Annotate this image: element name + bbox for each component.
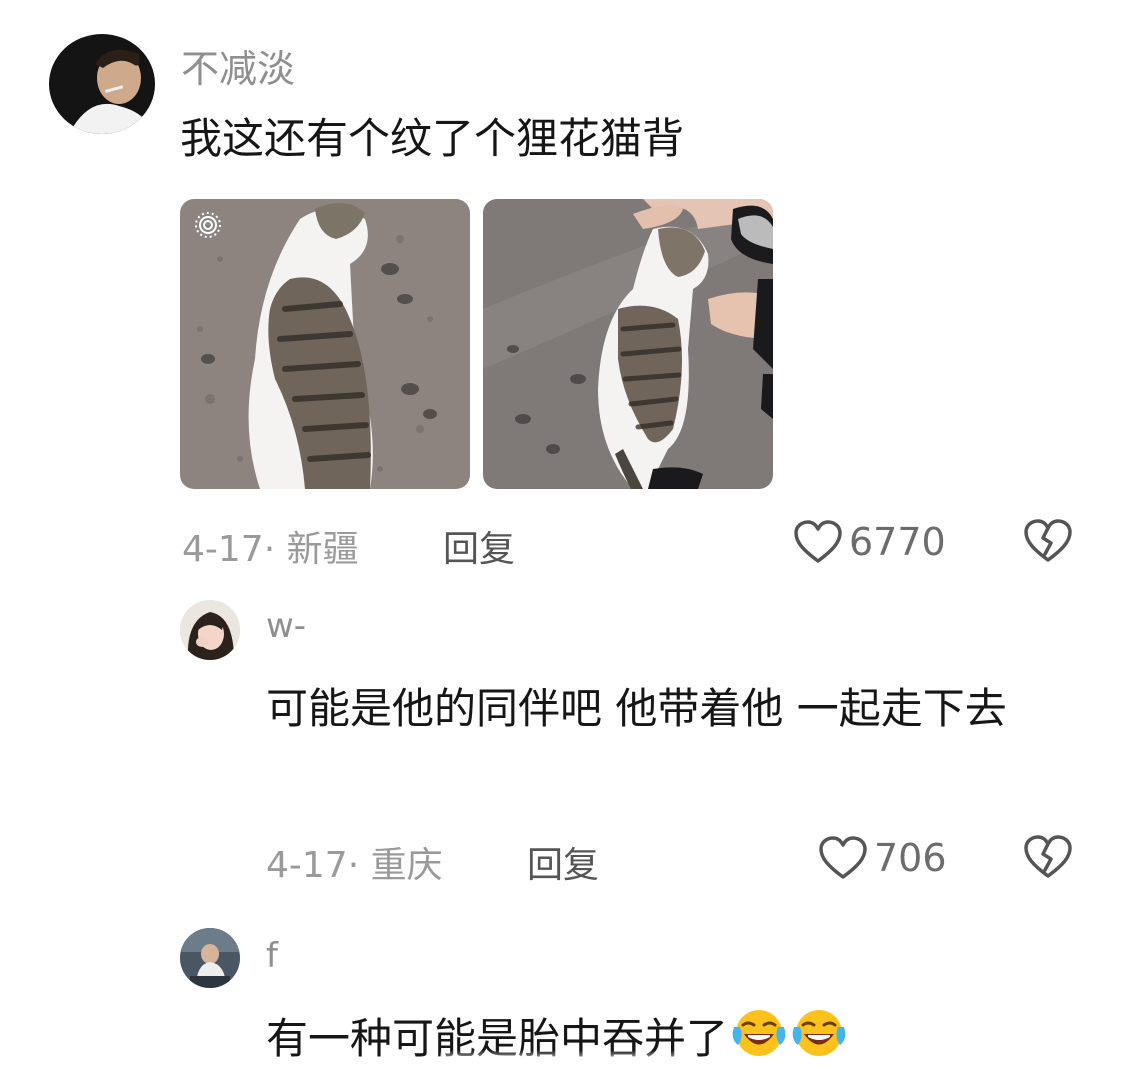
watermark-smudge	[440, 1050, 680, 1080]
rofl-emoji	[730, 1007, 788, 1077]
avatar-image	[180, 928, 240, 988]
comment-3: f 有一种可能是胎中吞并了	[0, 0, 1124, 1080]
rofl-emoji	[790, 1007, 848, 1077]
avatar[interactable]	[180, 928, 240, 988]
comment-username[interactable]: f	[266, 936, 278, 976]
